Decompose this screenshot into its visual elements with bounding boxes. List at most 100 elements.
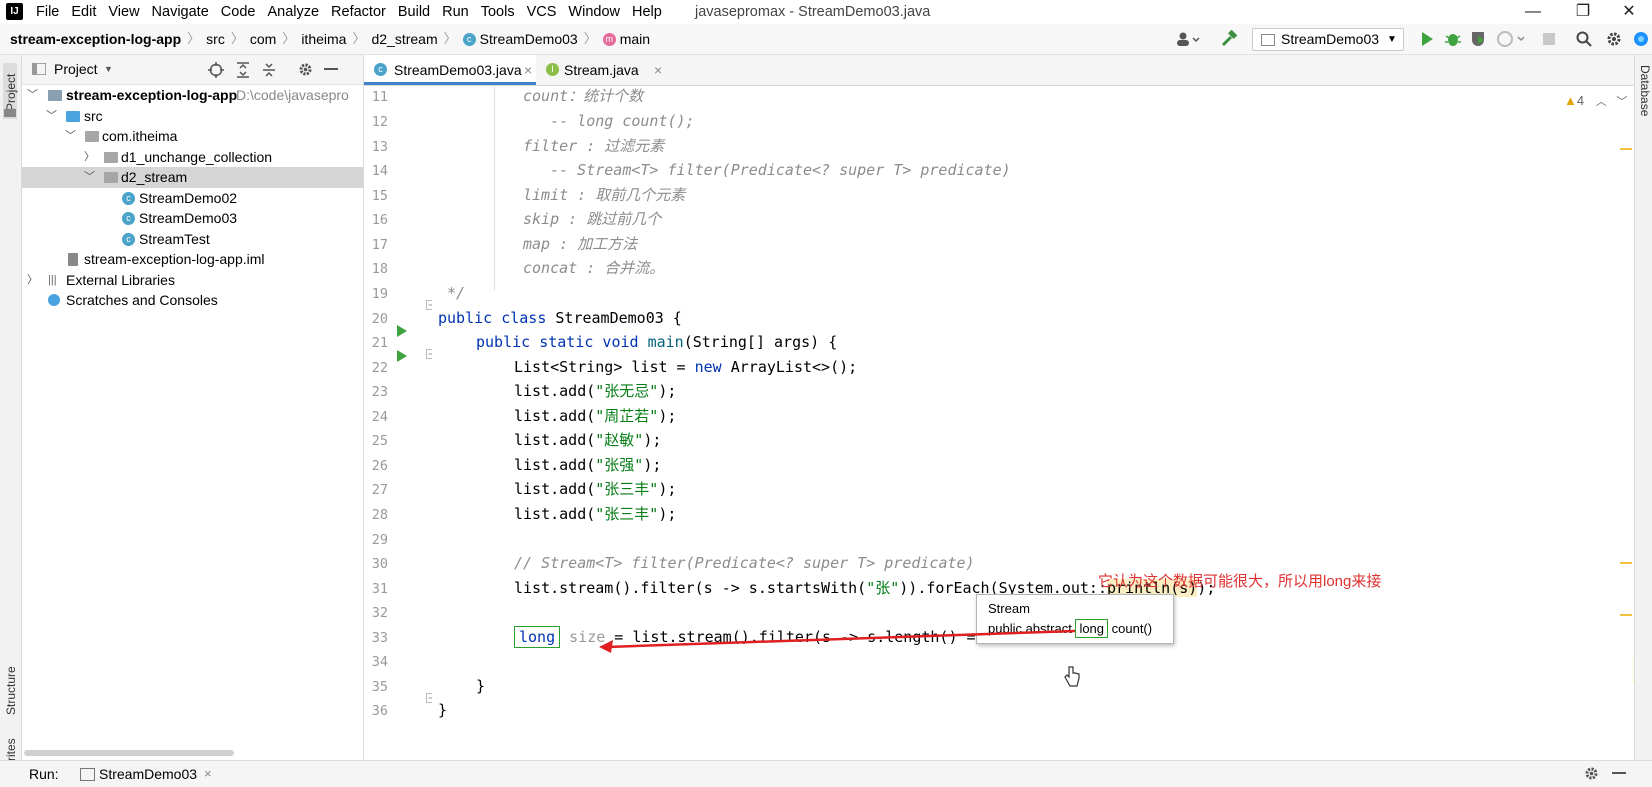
breadcrumb-itheima[interactable]: itheima (301, 24, 346, 54)
run-icon[interactable] (1420, 31, 1434, 47)
tree-label: d1_unchange_collection (121, 148, 273, 165)
menu-analyze[interactable]: Analyze (267, 0, 326, 24)
line-number: 30 (371, 556, 388, 572)
coverage-icon[interactable] (1470, 30, 1488, 48)
tree-item-d2-stream[interactable]: ﹀ d2_stream (22, 167, 363, 188)
menu-tools[interactable]: Tools (481, 0, 522, 24)
close-icon[interactable]: × (654, 55, 662, 85)
tree-item-module[interactable]: ﹀ stream-exception-log-app D:\code\javas… (22, 85, 363, 106)
tree-item-iml-file[interactable]: stream-exception-log-app.iml (22, 249, 363, 270)
database-tool-label[interactable]: Database (1638, 65, 1652, 116)
line-number: 15 (371, 188, 388, 204)
project-panel-title[interactable]: Project (54, 55, 98, 84)
line-number: 26 (371, 458, 388, 474)
run-main-icon[interactable] (396, 349, 408, 363)
chevron-down-icon[interactable]: ﹀ (65, 126, 76, 147)
warning-marker[interactable] (1620, 148, 1632, 150)
chevron-right-icon[interactable]: 〉 (27, 270, 38, 291)
navigation-bar: stream-exception-log-app 〉 src 〉 com 〉 ithe… (0, 24, 1652, 55)
hide-panel-icon[interactable] (324, 68, 338, 71)
tree-item-scratches[interactable]: Scratches and Consoles (22, 290, 363, 311)
debug-icon[interactable] (1444, 30, 1462, 48)
tree-item-external-libraries[interactable]: 〉 ||| External Libraries (22, 270, 363, 291)
app-config-icon (80, 768, 95, 781)
run-configuration-select[interactable]: StreamDemo03 ▼ (1252, 28, 1404, 51)
menu-navigate[interactable]: Navigate (152, 0, 216, 24)
warning-marker[interactable] (1620, 562, 1632, 564)
code-editor[interactable]: count：统计个数 -- long count(); filter : 过滤元… (432, 86, 1632, 760)
minimize-button[interactable]: — (1510, 0, 1556, 24)
close-window-button[interactable]: ✕ (1606, 0, 1652, 24)
collapse-all-icon[interactable] (262, 62, 276, 78)
line-number: 17 (371, 237, 388, 253)
menu-vcs[interactable]: VCS (527, 0, 564, 24)
favorites-tool-label[interactable]: rites (4, 738, 18, 761)
user-icon[interactable] (1176, 32, 1202, 46)
stop-icon[interactable] (1542, 32, 1556, 46)
project-tree: ﹀ stream-exception-log-app D:\code\javas… (22, 85, 363, 760)
menu-file[interactable]: File (36, 0, 66, 24)
chevron-up-icon[interactable]: ︿ (1596, 96, 1607, 108)
tree-item-streamtest[interactable]: c StreamTest (22, 229, 363, 250)
breadcrumb-src[interactable]: src (206, 24, 225, 54)
settings-gear-icon[interactable] (1584, 766, 1599, 781)
tree-item-streamdemo02[interactable]: c StreamDemo02 (22, 188, 363, 209)
menu-refactor[interactable]: Refactor (331, 0, 393, 24)
line-number: 33 (371, 630, 388, 646)
warning-marker[interactable] (1620, 614, 1632, 616)
close-icon[interactable]: × (524, 55, 532, 85)
annotation-arrow (599, 629, 1076, 653)
menu-run[interactable]: Run (442, 0, 476, 24)
tree-item-d1-unchange-collection[interactable]: 〉 d1_unchange_collection (22, 147, 363, 168)
search-icon[interactable] (1576, 31, 1592, 47)
menu-view[interactable]: View (108, 0, 146, 24)
horizontal-scrollbar[interactable] (24, 750, 234, 756)
popup-title: Stream (988, 601, 1030, 616)
profile-icon[interactable] (1496, 30, 1528, 48)
run-tool-window-bar: Run: StreamDemo03 × (0, 760, 1652, 787)
settings-gear-icon[interactable] (1606, 31, 1622, 47)
breadcrumb-class[interactable]: StreamDemo03 (480, 24, 578, 54)
menu-help[interactable]: Help (632, 0, 669, 24)
tab-streamdemo03[interactable]: c StreamDemo03.java × (364, 55, 536, 85)
run-tab-label[interactable]: StreamDemo03 (99, 761, 197, 787)
breadcrumb-project[interactable]: stream-exception-log-app (10, 24, 181, 54)
line-number: 16 (371, 212, 388, 228)
scratches-icon (48, 294, 60, 306)
chevron-down-icon[interactable]: ﹀ (27, 85, 38, 106)
tab-stream-java[interactable]: I Stream.java × (538, 55, 666, 85)
breadcrumb-method[interactable]: main (620, 24, 650, 54)
package-icon (104, 172, 118, 183)
jetbrains-icon[interactable] (1632, 31, 1650, 47)
tree-item-com-itheima[interactable]: ﹀ com.itheima (22, 126, 363, 147)
chevron-down-icon[interactable]: ﹀ (1616, 96, 1627, 108)
chevron-down-icon[interactable]: ﹀ (46, 106, 57, 127)
build-hammer-icon[interactable] (1220, 30, 1238, 48)
chevron-right-icon[interactable]: 〉 (84, 147, 95, 168)
tree-item-streamdemo03[interactable]: c StreamDemo03 (22, 208, 363, 229)
menu-build[interactable]: Build (398, 0, 437, 24)
menu-code[interactable]: Code (221, 0, 263, 24)
close-icon[interactable]: × (204, 761, 212, 787)
breadcrumb-com[interactable]: com (250, 24, 276, 54)
hand-cursor-icon (1064, 666, 1080, 687)
warning-icon: ▲ (1564, 93, 1577, 108)
tree-item-src[interactable]: ﹀ src (22, 106, 363, 127)
run-class-icon[interactable] (396, 324, 408, 338)
settings-gear-icon[interactable] (298, 62, 313, 77)
menu-edit[interactable]: Edit (71, 0, 103, 24)
run-config-label: StreamDemo03 (1281, 31, 1380, 47)
app-config-icon (1261, 34, 1275, 46)
line-number: 27 (371, 482, 388, 498)
locate-target-icon[interactable] (208, 62, 224, 78)
chevron-down-icon[interactable]: ﹀ (84, 167, 95, 188)
expand-all-icon[interactable] (236, 62, 250, 78)
structure-tool-label[interactable]: Structure (4, 666, 18, 715)
chevron-down-icon[interactable]: ▼ (104, 55, 113, 84)
inspection-widget[interactable]: ▲4 ︿ ﹀ (1564, 93, 1627, 109)
menu-window[interactable]: Window (568, 0, 627, 24)
restore-button[interactable]: ❐ (1560, 0, 1606, 24)
breadcrumb-d2-stream[interactable]: d2_stream (371, 24, 437, 54)
hide-panel-icon[interactable] (1612, 772, 1626, 775)
tree-label: stream-exception-log-app.iml (84, 251, 265, 267)
